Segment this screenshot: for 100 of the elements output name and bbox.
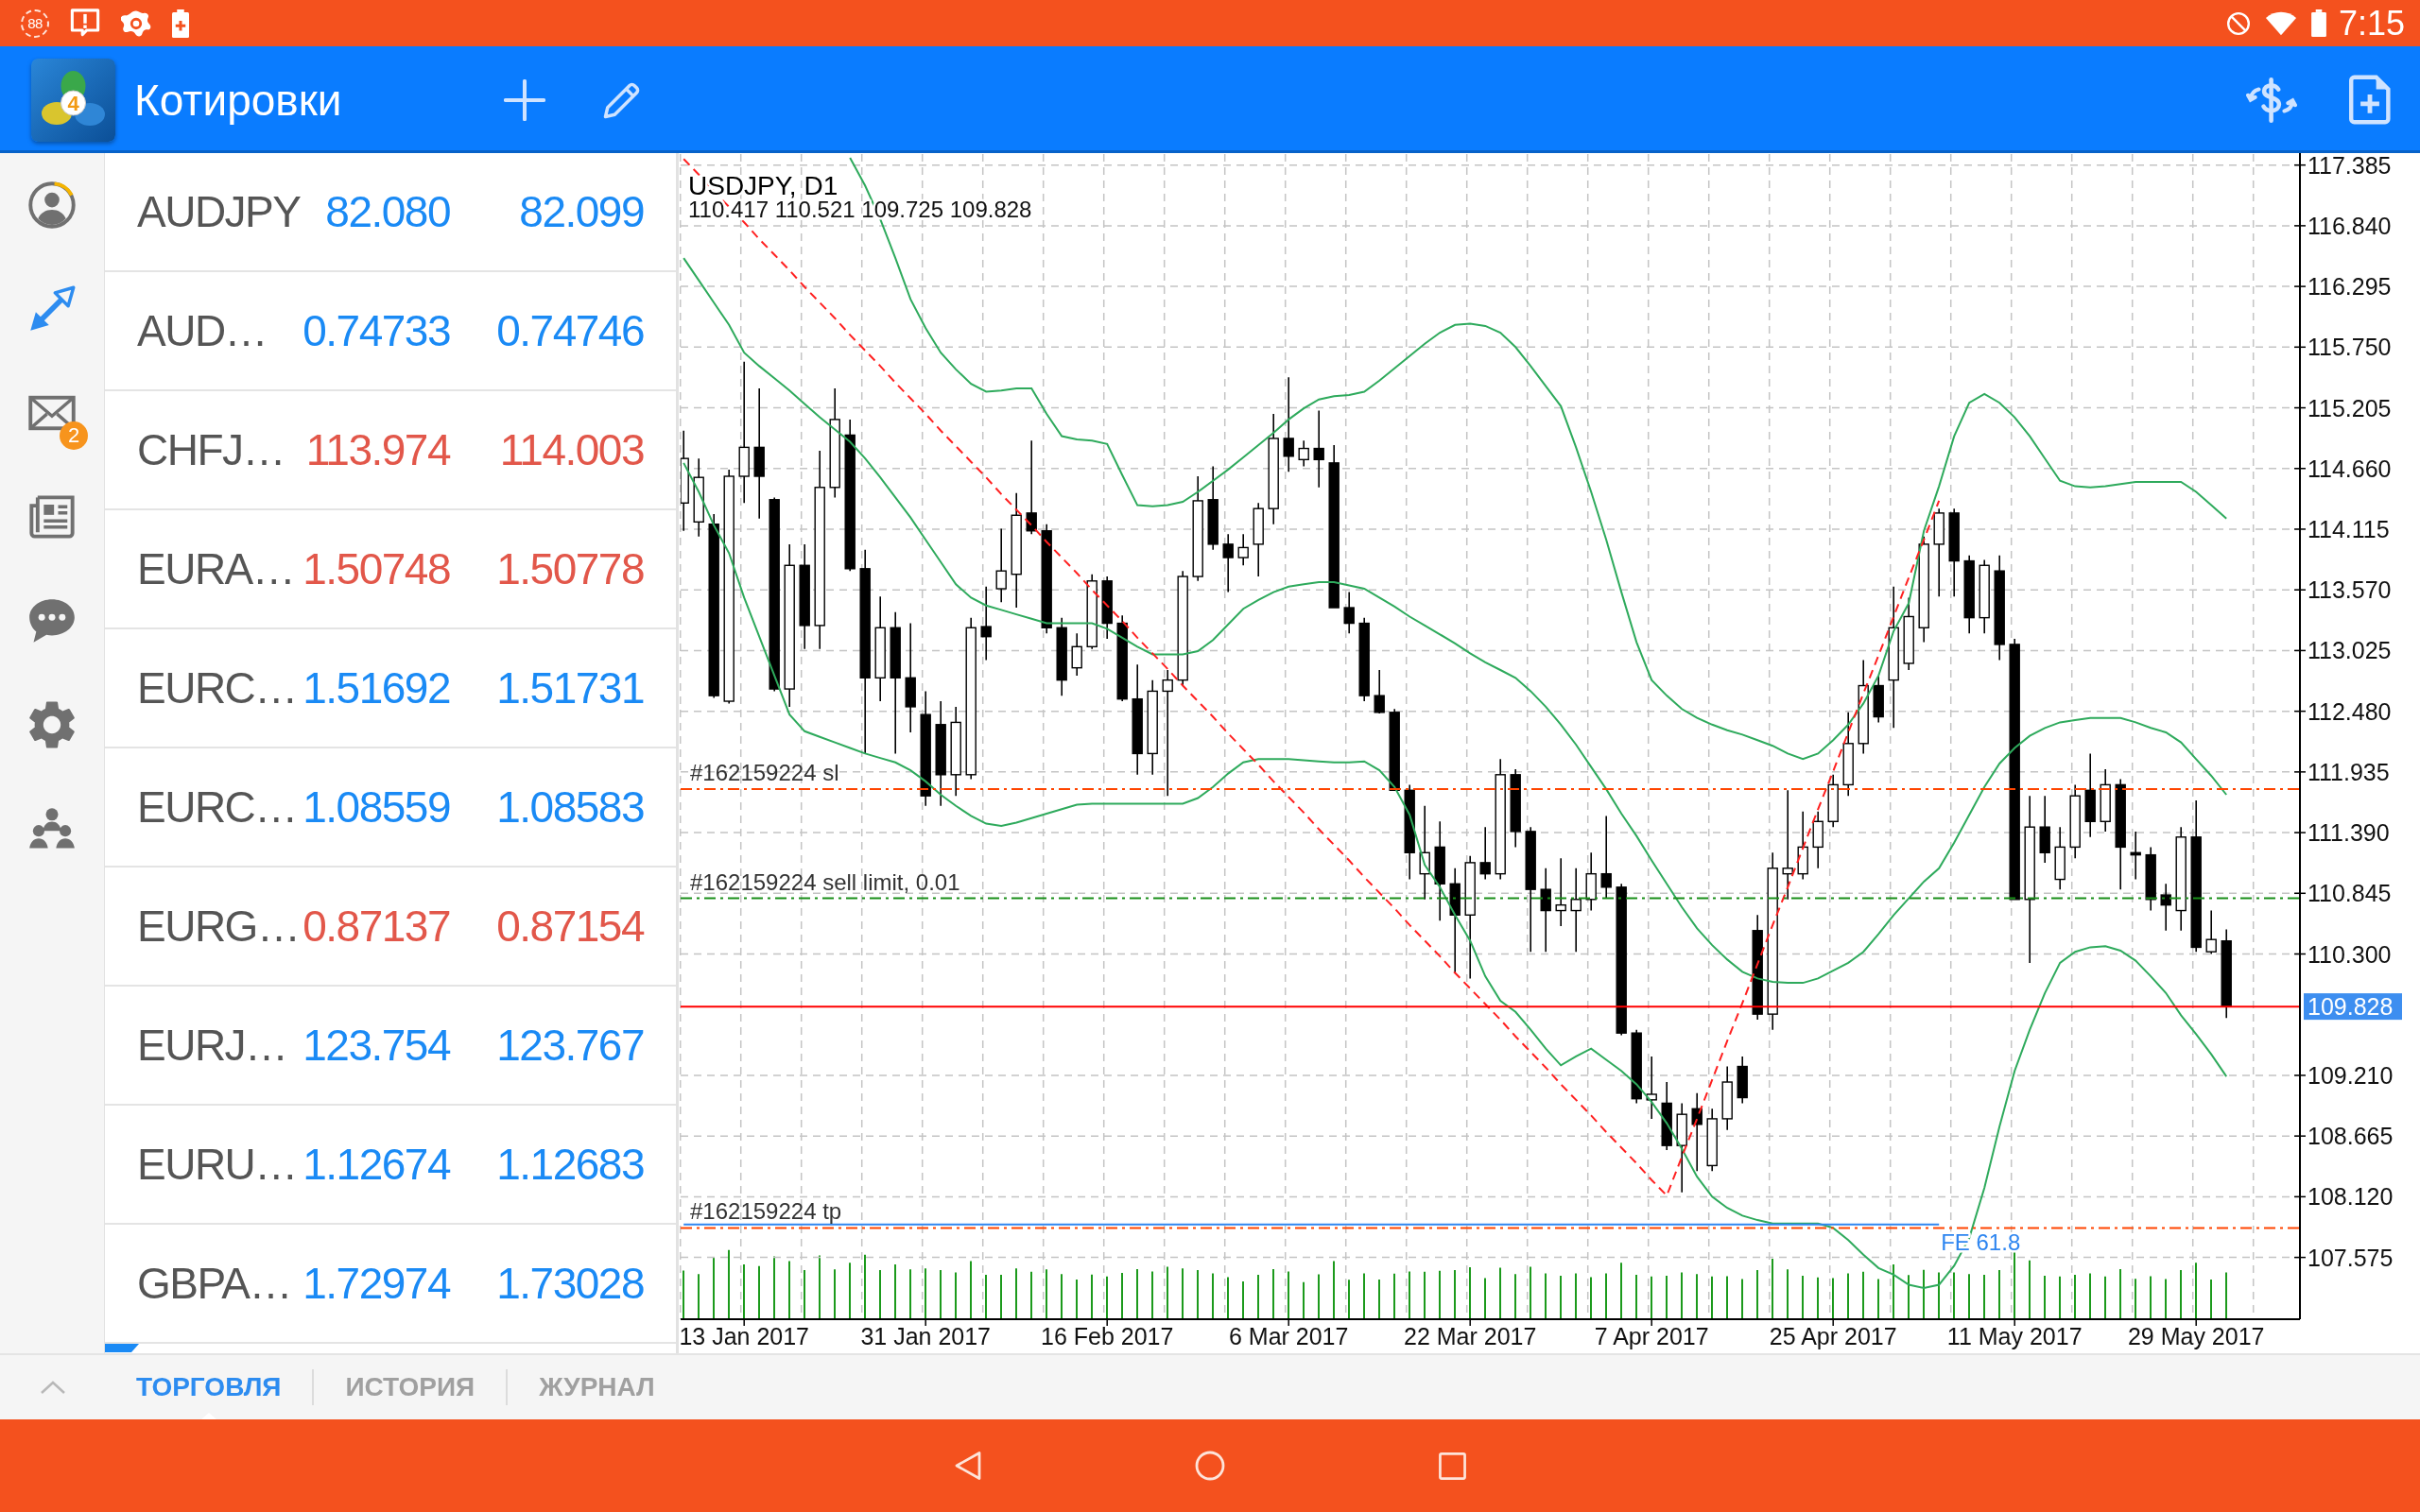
- candle-body: [1812, 820, 1824, 849]
- tab[interactable]: ТОРГОВЛЯ: [105, 1355, 313, 1419]
- candle-body: [890, 627, 901, 679]
- candle-body: [1147, 690, 1158, 755]
- bid-price: 0.87137: [302, 901, 450, 952]
- dollar-arrows-icon[interactable]: [2246, 76, 2297, 124]
- candle-body: [1011, 514, 1022, 576]
- candle-body: [1963, 559, 1975, 619]
- candle-body: [1842, 743, 1854, 786]
- ask-price: 1.51731: [496, 662, 644, 713]
- candle-wick: [1348, 591, 1350, 634]
- candle-body: [1903, 615, 1914, 664]
- price-axis-label: 113.025: [2308, 637, 2392, 664]
- add-icon[interactable]: [504, 78, 545, 121]
- ask-price: 114.003: [499, 424, 644, 475]
- price-axis-label: 114.115: [2308, 516, 2390, 542]
- candle-body: [1540, 888, 1551, 912]
- candle-body: [799, 564, 810, 627]
- candle-wick: [1076, 632, 1078, 677]
- symbol-name: GBPA…: [137, 1258, 291, 1309]
- newspaper-icon[interactable]: [27, 492, 77, 541]
- candle-body: [1026, 512, 1037, 532]
- candle-body: [2160, 894, 2171, 906]
- bid-price: 1.72974: [302, 1258, 450, 1309]
- symbol-name: CHFJ…: [137, 424, 285, 475]
- account-icon[interactable]: [27, 180, 77, 230]
- symbol-name: EURG…: [137, 901, 300, 952]
- price-axis-label: 111.935: [2308, 758, 2390, 785]
- candle-body: [1086, 580, 1098, 647]
- candle-wick: [2210, 909, 2212, 955]
- candle-body: [1253, 507, 1264, 545]
- date-axis-label: 29 May 2017: [2127, 1323, 2265, 1349]
- date-axis-label: 7 Apr 2017: [1594, 1323, 1709, 1349]
- candle-body: [1510, 774, 1521, 833]
- candle-body: [905, 677, 916, 708]
- candle-body: [935, 724, 946, 776]
- ask-price: 82.099: [519, 186, 644, 237]
- candle-wick: [2165, 883, 2167, 932]
- candle-body: [1404, 789, 1415, 853]
- candle-body: [2084, 789, 2096, 822]
- price-axis-label: 108.120: [2308, 1183, 2394, 1211]
- price-axis-label: 111.390: [2308, 819, 2390, 847]
- price-axis-label: 110.845: [2308, 880, 2392, 907]
- candle-body: [1298, 447, 1309, 461]
- candle-body: [1434, 846, 1445, 885]
- price-axis-label: 109.210: [2308, 1061, 2394, 1089]
- candle-body: [1737, 1065, 1748, 1099]
- candle-body: [1631, 1032, 1642, 1100]
- candle-body: [1933, 512, 1945, 545]
- order-label: #162159224 tp: [690, 1198, 842, 1225]
- screen-title: Котировки: [134, 74, 343, 126]
- candle-body: [1464, 862, 1476, 916]
- candle-body: [1585, 872, 1597, 901]
- price-axis-label: 107.575: [2308, 1244, 2394, 1271]
- home-icon[interactable]: [1195, 1451, 1225, 1481]
- chevron-up-icon[interactable]: [39, 1380, 66, 1395]
- tab[interactable]: ИСТОРИЯ: [314, 1355, 507, 1419]
- candle-body: [1071, 645, 1082, 669]
- bid-price: 1.50748: [302, 543, 450, 594]
- recents-icon[interactable]: [1438, 1452, 1466, 1480]
- candle-body: [1101, 580, 1113, 625]
- candle-wick: [1484, 826, 1486, 881]
- ask-price: 0.87154: [496, 901, 644, 952]
- symbol-name: AUD…: [137, 305, 268, 356]
- tab[interactable]: ЖУРНАЛ: [508, 1355, 686, 1419]
- candle-body: [980, 626, 992, 638]
- document-plus-icon[interactable]: [2349, 75, 2391, 125]
- candle-body: [1600, 872, 1612, 888]
- candle-body: [1782, 868, 1793, 875]
- candle-wick: [1303, 439, 1305, 468]
- candle-body: [2130, 851, 2141, 856]
- back-icon[interactable]: [954, 1451, 982, 1481]
- date-axis-label: 6 Mar 2017: [1228, 1323, 1349, 1349]
- double-arrow-icon[interactable]: [27, 284, 77, 334]
- symbol-name: EURA…: [137, 543, 295, 594]
- symbol-name: EURU…: [137, 1139, 297, 1190]
- candle-body: [1646, 1093, 1657, 1101]
- price-axis-label: 112.480: [2308, 697, 2392, 725]
- candle-body: [1555, 903, 1566, 912]
- candle-wick: [2135, 831, 2136, 881]
- price-axis-label: 116.295: [2308, 273, 2392, 301]
- candle-body: [1570, 899, 1582, 912]
- candle-body: [693, 476, 704, 524]
- candle-body: [1479, 862, 1491, 875]
- candle-body: [1132, 697, 1143, 755]
- splat-icon: [121, 9, 151, 38]
- candle-body: [1374, 695, 1385, 713]
- candle-body: [1827, 783, 1839, 822]
- bid-price: 1.08559: [302, 782, 450, 833]
- alert-icon: [70, 9, 100, 38]
- price-axis-label: 115.750: [2308, 334, 2392, 361]
- candle-wick: [1651, 1056, 1652, 1120]
- settings-icon[interactable]: [27, 700, 77, 749]
- battery-plus-icon: [172, 9, 189, 38]
- candle-body: [995, 570, 1007, 590]
- symbol-name: EURC…: [137, 782, 297, 833]
- date-axis-label: 22 Mar 2017: [1404, 1323, 1537, 1349]
- candle-body: [950, 721, 961, 776]
- price-axis-label: 108.665: [2308, 1123, 2394, 1150]
- ask-price: 1.50778: [496, 543, 644, 594]
